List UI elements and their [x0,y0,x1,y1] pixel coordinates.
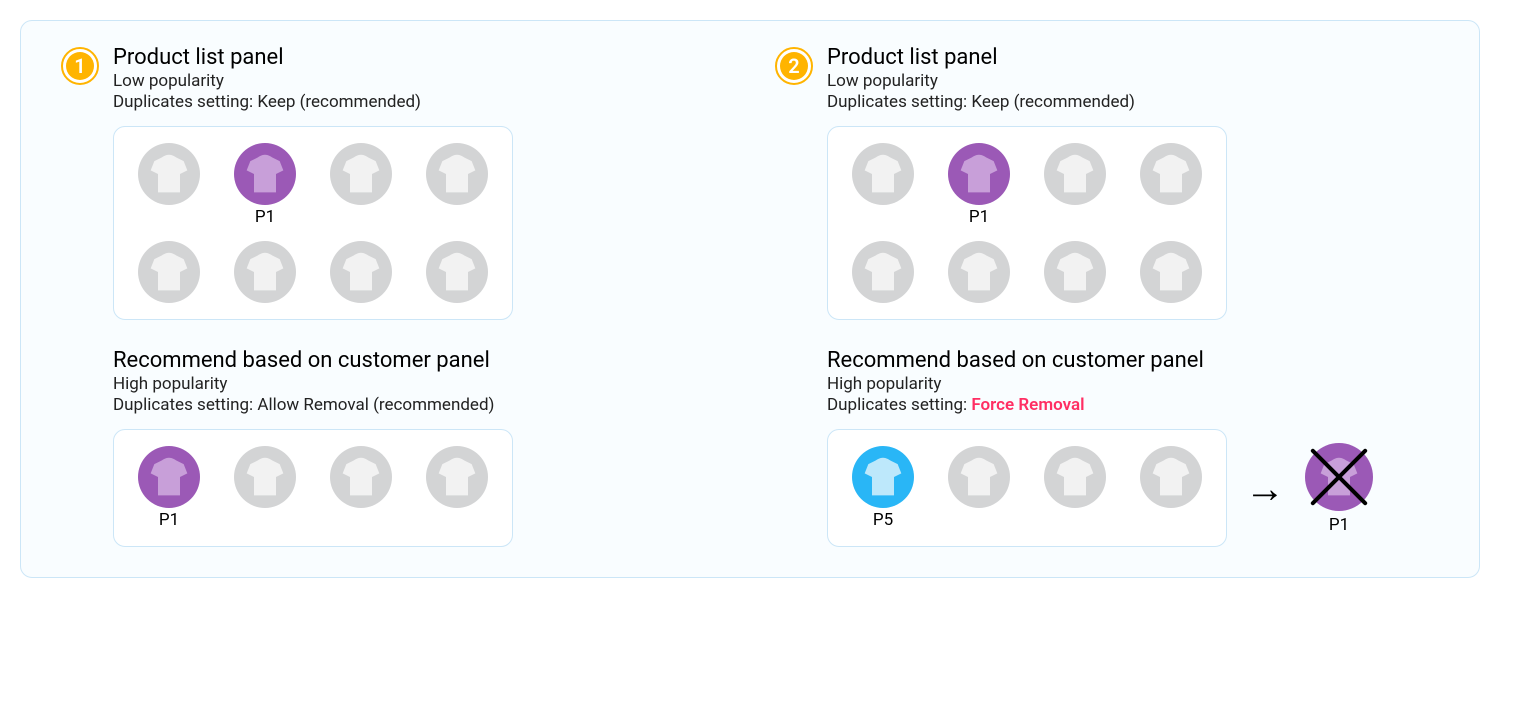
shirt-icon [330,446,392,508]
section-header: 1 Product list panel Low popularity Dupl… [61,45,725,112]
shirt-icon [330,143,392,205]
section-title: Product list panel [113,45,421,70]
section-title: Recommend based on customer panel [827,348,1204,373]
section-text: Product list panel Low popularity Duplic… [827,45,1135,112]
section-text: Recommend based on customer panel High p… [827,348,1204,415]
shirt-icon [1140,446,1202,508]
shirt-icon [948,143,1010,205]
section-1-bottom: Recommend based on customer panel High p… [61,348,725,547]
product-item [1040,241,1110,303]
product-item [326,446,396,530]
product-grid: P1 [113,126,513,320]
shirt-icon [138,446,200,508]
section-subtitle-2: Duplicates setting: Allow Removal (recom… [113,395,494,415]
product-item [1136,241,1206,303]
shirt-icon [852,446,914,508]
shirt-icon [330,241,392,303]
step-number: 2 [780,52,808,80]
shirt-icon [138,241,200,303]
product-item [1040,143,1110,227]
shirt-icon [234,446,296,508]
section-header: 2 Product list panel Low popularity Dupl… [775,45,1439,112]
section-subtitle-2: Duplicates setting: Keep (recommended) [113,92,421,112]
shirt-icon [426,143,488,205]
product-item [134,241,204,303]
product-item [230,241,300,303]
shirt-icon [1044,241,1106,303]
product-label: P1 [969,207,989,227]
product-label: P1 [1329,515,1349,535]
bottom-row: P5 → P1 [827,429,1439,547]
column-2: 2 Product list panel Low popularity Dupl… [775,45,1439,547]
product-label: P1 [255,207,275,227]
product-item [326,143,396,227]
section-2-bottom: Recommend based on customer panel High p… [775,348,1439,547]
arrow-icon: → [1245,465,1285,512]
section-header: Recommend based on customer panel High p… [61,348,725,415]
shirt-icon [1140,241,1202,303]
product-item-highlighted: P1 [134,446,204,530]
diagram-container: 1 Product list panel Low popularity Dupl… [20,20,1480,578]
section-header: Recommend based on customer panel High p… [775,348,1439,415]
section-title: Product list panel [827,45,1135,70]
product-item-highlighted: P1 [230,143,300,227]
section-subtitle-2: Duplicates setting: Keep (recommended) [827,92,1135,112]
product-item [1040,446,1110,530]
step-badge-2: 2 [775,47,813,85]
product-item [944,446,1014,530]
shirt-icon [426,241,488,303]
product-grid: P1 [113,429,513,547]
step-badge-1: 1 [61,47,99,85]
shirt-icon [1140,143,1202,205]
product-grid: P1 [827,126,1227,320]
section-subtitle-1: High popularity [113,374,494,394]
section-1-top: 1 Product list panel Low popularity Dupl… [61,45,725,320]
section-subtitle-1: Low popularity [827,71,1135,91]
shirt-icon [948,241,1010,303]
product-item [230,446,300,530]
section-title: Recommend based on customer panel [113,348,494,373]
product-item [326,241,396,303]
product-item [422,446,492,530]
section-subtitle-2: Duplicates setting: Force Removal [827,395,1204,415]
product-item [422,241,492,303]
section-text: Recommend based on customer panel High p… [113,348,494,415]
column-1: 1 Product list panel Low popularity Dupl… [61,45,725,547]
product-item [848,143,918,227]
shirt-icon [948,446,1010,508]
section-text: Product list panel Low popularity Duplic… [113,45,421,112]
step-number: 1 [66,52,94,80]
product-item [422,143,492,227]
product-label: P1 [159,510,179,530]
product-item [848,241,918,303]
removed-product: P1 [1303,441,1375,535]
crossed-icon [1303,441,1375,513]
shirt-icon [852,241,914,303]
sub-highlight: Force Removal [971,395,1084,415]
section-subtitle-1: High popularity [827,374,1204,394]
product-item [1136,143,1206,227]
section-subtitle-1: Low popularity [113,71,421,91]
shirt-icon [234,241,296,303]
product-item [944,241,1014,303]
shirt-icon [1044,143,1106,205]
product-label: P5 [873,510,893,530]
shirt-icon [852,143,914,205]
section-2-top: 2 Product list panel Low popularity Dupl… [775,45,1439,320]
shirt-icon [1044,446,1106,508]
product-item-highlighted: P1 [944,143,1014,227]
product-item [1136,446,1206,530]
sub-prefix: Duplicates setting: [827,395,971,415]
product-item-highlighted: P5 [848,446,918,530]
product-grid: P5 [827,429,1227,547]
shirt-icon [234,143,296,205]
shirt-icon [138,143,200,205]
shirt-icon [426,446,488,508]
product-item [134,143,204,227]
